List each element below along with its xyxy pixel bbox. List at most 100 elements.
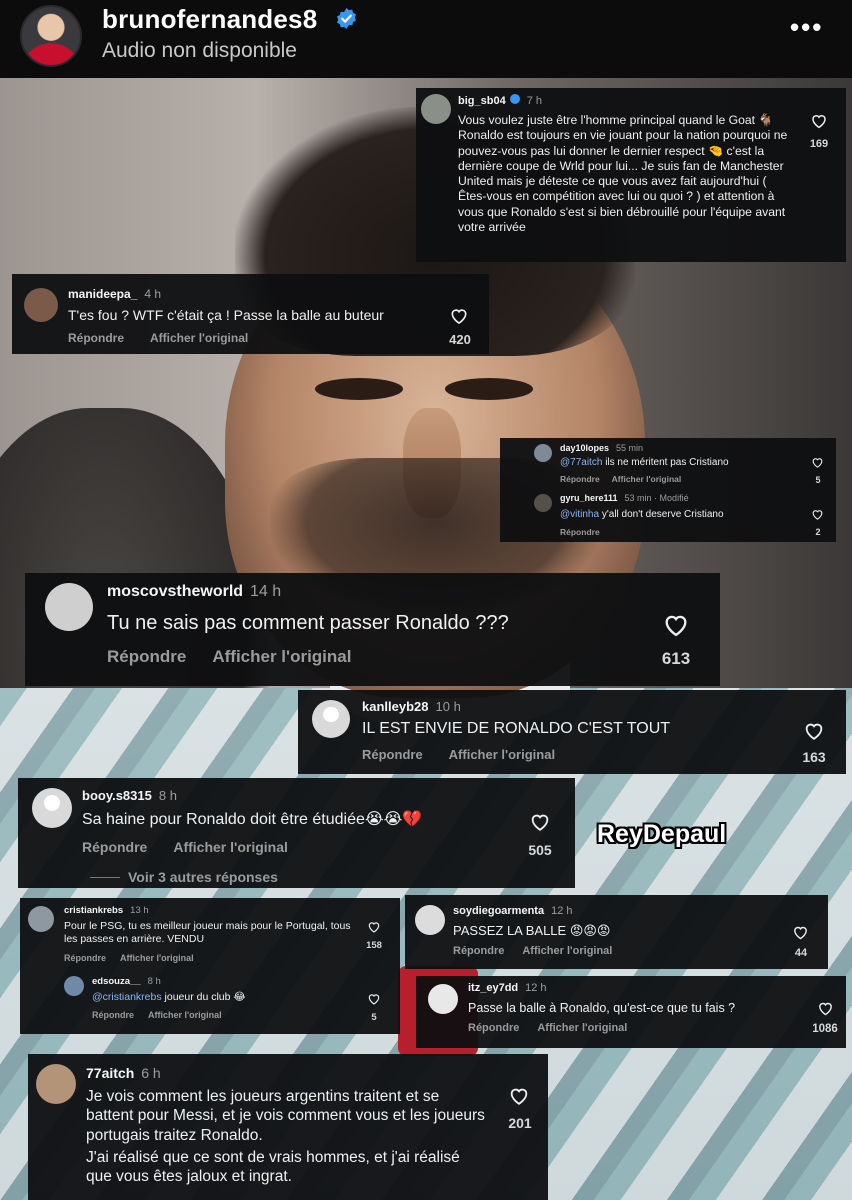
reply-thread-line <box>90 877 120 878</box>
heart-icon[interactable] <box>508 1085 530 1107</box>
comment-actions: Répondre <box>560 527 600 537</box>
comment-avatar[interactable] <box>28 906 54 932</box>
comment-avatar[interactable] <box>64 976 84 996</box>
heart-icon[interactable] <box>449 306 469 326</box>
like-count: 1086 <box>812 1023 838 1035</box>
comment-username[interactable]: day10lopes 55 min <box>560 443 643 453</box>
comment-actions: Répondre Afficher l'original <box>68 331 248 345</box>
comment-actions: Répondre Afficher l'original <box>107 647 351 667</box>
reply-button[interactable]: Répondre <box>560 527 600 537</box>
comment-card-big-sb04: big_sb04 7 h Vous voulez juste être l'hom… <box>416 88 846 262</box>
reply-button[interactable]: Répondre <box>64 953 106 963</box>
player-eye-right <box>445 378 533 400</box>
comment-text: Pour le PSG, tu es meilleur joueur mais … <box>64 920 351 946</box>
comment-avatar[interactable] <box>415 905 445 935</box>
mention-link[interactable]: @vitinha <box>560 509 599 520</box>
comment-avatar[interactable] <box>428 984 458 1014</box>
see-original-button[interactable]: Afficher l'original <box>449 747 555 762</box>
comment-username[interactable]: 77aitch 6 h <box>86 1065 161 1081</box>
heart-icon[interactable] <box>529 811 551 833</box>
more-options-icon[interactable]: ••• <box>790 12 823 43</box>
audio-status: Audio non disponible <box>102 39 297 62</box>
like-count: 420 <box>449 332 471 347</box>
comment-username[interactable]: cristiankrebs 13 h <box>64 905 149 916</box>
see-original-button[interactable]: Afficher l'original <box>522 945 612 957</box>
like-count: 201 <box>508 1115 532 1131</box>
see-original-button[interactable]: Afficher l'original <box>150 331 248 345</box>
player-eye-left <box>315 378 403 400</box>
comment-avatar[interactable] <box>534 444 552 462</box>
comment-username[interactable]: kanlleyb28 10 h <box>362 699 461 714</box>
comment-username[interactable]: booy.s8315 8 h <box>82 788 177 803</box>
reply-button[interactable]: Répondre <box>82 839 147 855</box>
comment-card-booy: booy.s8315 8 h Sa haine pour Ronaldo doit… <box>18 778 575 888</box>
comment-username[interactable]: moscovstheworld 14 h <box>107 583 281 601</box>
reply-button[interactable]: Répondre <box>68 331 124 345</box>
heart-icon[interactable] <box>367 992 381 1006</box>
see-original-button[interactable]: Afficher l'original <box>120 953 194 963</box>
comment-avatar[interactable] <box>534 494 552 512</box>
comment-avatar[interactable] <box>312 700 350 738</box>
comment-text: @cristiankrebs joueur du club 😂 <box>92 991 246 1003</box>
comment-username[interactable]: soydiegoarmenta 12 h <box>453 905 573 917</box>
heart-icon[interactable] <box>367 920 381 934</box>
comment-username[interactable]: gyru_here111 53 min · Modifié <box>560 493 689 503</box>
comment-card-itz-ey7dd: itz_ey7dd 12 h Passe la balle à Ronaldo, … <box>416 976 846 1048</box>
like-count: 169 <box>809 138 829 150</box>
comment-username[interactable]: edsouza__ 8 h <box>92 976 161 987</box>
see-original-button[interactable]: Afficher l'original <box>537 1022 627 1034</box>
heart-icon[interactable] <box>810 112 828 130</box>
comment-actions: Répondre Afficher l'original <box>453 945 612 957</box>
see-original-button[interactable]: Afficher l'original <box>212 647 351 666</box>
comment-card-moscovstheworld: moscovstheworld 14 h Tu ne sais pas comme… <box>25 573 720 686</box>
like-count: 613 <box>661 649 691 668</box>
verified-dot-icon <box>509 94 520 104</box>
heart-icon[interactable] <box>811 508 824 521</box>
heart-icon[interactable] <box>792 924 809 941</box>
comment-text: PASSEZ LA BALLE 😡😡😡 <box>453 923 611 938</box>
profile-username[interactable]: brunofernandes8 <box>102 4 317 35</box>
heart-icon[interactable] <box>803 720 825 742</box>
reply-button[interactable]: Répondre <box>107 647 186 666</box>
like-count: 505 <box>528 842 552 858</box>
watermark-text: ReyDepaul <box>597 820 727 848</box>
comment-avatar[interactable] <box>421 94 451 124</box>
mention-link[interactable]: @cristiankrebs <box>92 991 162 1003</box>
comment-username[interactable]: itz_ey7dd 12 h <box>468 982 547 994</box>
comment-text: Sa haine pour Ronaldo doit être étudiée😭… <box>82 811 423 828</box>
comment-avatar[interactable] <box>36 1064 76 1104</box>
verified-badge-icon <box>337 7 356 30</box>
comment-avatar[interactable] <box>45 583 93 631</box>
comment-text: T'es fou ? WTF c'était ça ! Passe la bal… <box>68 307 384 323</box>
heart-icon[interactable] <box>811 456 824 469</box>
heart-icon[interactable] <box>817 1000 834 1017</box>
comment-username[interactable]: big_sb04 7 h <box>458 94 542 107</box>
like-count: 163 <box>802 749 826 765</box>
profile-avatar[interactable] <box>20 5 82 67</box>
reply-button[interactable]: Répondre <box>453 945 504 957</box>
comment-actions: Répondre Afficher l'original <box>64 953 194 963</box>
comment-text: @vitinha y'all don't deserve Cristiano <box>560 509 724 520</box>
view-more-replies-button[interactable]: Voir 3 autres réponses <box>90 869 278 885</box>
comment-username[interactable]: manideepa_ 4 h <box>68 287 161 301</box>
see-original-button[interactable]: Afficher l'original <box>612 474 682 484</box>
heart-icon[interactable] <box>662 611 690 639</box>
reply-button[interactable]: Répondre <box>362 747 423 762</box>
post-header: brunofernandes8 Audio non disponible ••• <box>0 0 852 78</box>
comment-actions: Répondre Afficher l'original <box>92 1010 222 1020</box>
comment-text-continued: J'ai réalisé que ce sont de vrais hommes… <box>86 1149 460 1186</box>
comment-card-manideepa: manideepa_ 4 h T'es fou ? WTF c'était ça … <box>12 274 489 354</box>
mention-link[interactable]: @77aitch <box>560 457 602 468</box>
comment-actions: Répondre Afficher l'original <box>82 839 288 855</box>
reply-button[interactable]: Répondre <box>468 1022 519 1034</box>
reply-button[interactable]: Répondre <box>92 1010 134 1020</box>
reply-button[interactable]: Répondre <box>560 474 600 484</box>
see-original-button[interactable]: Afficher l'original <box>173 839 288 855</box>
comment-card-77aitch: 77aitch 6 h Je vois comment les joueurs a… <box>28 1054 548 1200</box>
see-original-button[interactable]: Afficher l'original <box>148 1010 222 1020</box>
comment-actions: Répondre Afficher l'original <box>560 474 681 484</box>
comment-actions: Répondre Afficher l'original <box>362 747 555 762</box>
comment-avatar[interactable] <box>32 788 72 828</box>
comment-text: IL EST ENVIE DE RONALDO C'EST TOUT <box>362 720 671 737</box>
comment-avatar[interactable] <box>24 288 58 322</box>
